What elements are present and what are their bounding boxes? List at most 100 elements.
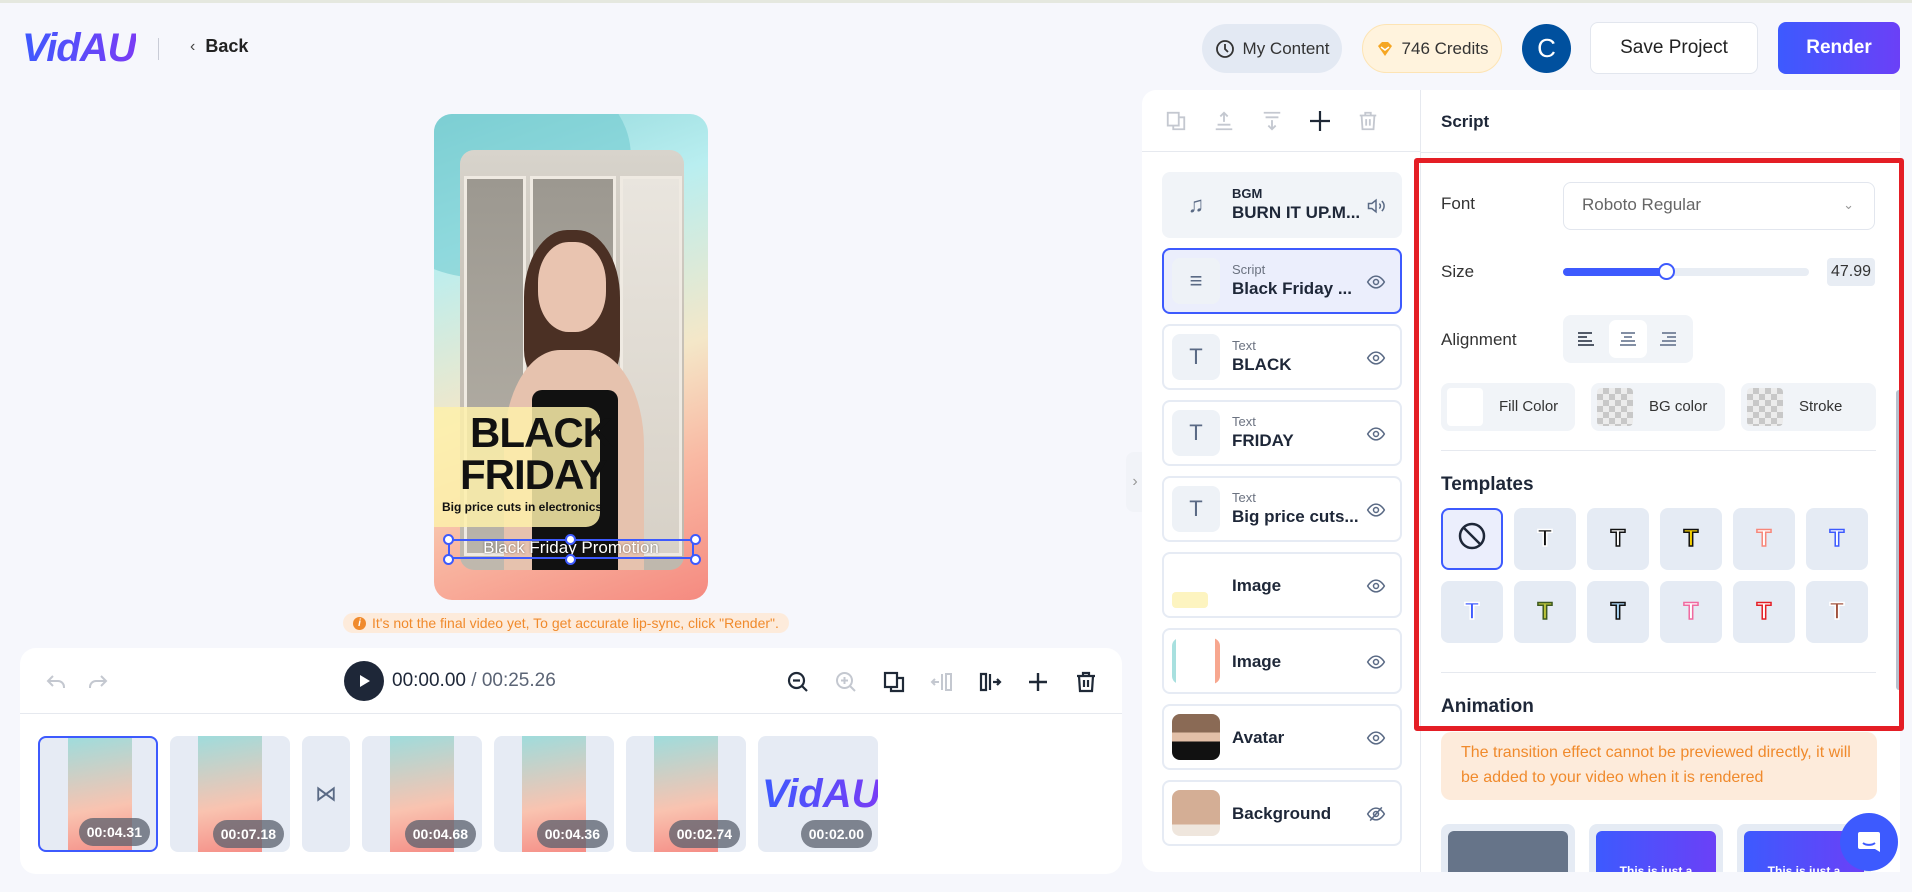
- layer-item-script[interactable]: ≡ Script Black Friday ...: [1162, 248, 1402, 314]
- template-option[interactable]: T: [1660, 508, 1722, 570]
- my-content-button[interactable]: My Content: [1202, 24, 1342, 73]
- text-friday[interactable]: FRIDAY: [460, 454, 607, 496]
- eye-icon[interactable]: [1366, 272, 1386, 292]
- zoom-out-button[interactable]: [786, 670, 810, 694]
- divider: [1421, 152, 1900, 153]
- align-right-button[interactable]: [1649, 320, 1687, 358]
- zoom-in-button[interactable]: [834, 670, 858, 694]
- undo-button[interactable]: [44, 670, 68, 694]
- timeline-clip[interactable]: 00:07.18: [170, 736, 290, 852]
- timeline-clip[interactable]: VidAU 00:02.00: [758, 736, 878, 852]
- eye-off-icon[interactable]: [1366, 804, 1386, 824]
- size-value[interactable]: 47.99: [1827, 258, 1875, 286]
- template-option[interactable]: T: [1806, 508, 1868, 570]
- layer-item-image[interactable]: Image: [1162, 628, 1402, 694]
- delete-clip-button[interactable]: [1074, 670, 1098, 694]
- text-subtitle[interactable]: Big price cuts in electronics: [442, 500, 602, 514]
- stroke-color-button[interactable]: Stroke: [1741, 383, 1876, 431]
- layer-type: Text: [1232, 414, 1256, 429]
- duplicate-button[interactable]: [882, 670, 906, 694]
- template-option[interactable]: T: [1660, 581, 1722, 643]
- animation-option[interactable]: This is just a: [1589, 824, 1723, 872]
- slider-handle[interactable]: [1658, 263, 1676, 280]
- timeline-clip[interactable]: 00:04.36: [494, 736, 614, 852]
- delete-layer-button[interactable]: [1356, 109, 1380, 133]
- credits-button[interactable]: 746 Credits: [1362, 24, 1502, 73]
- save-project-button[interactable]: Save Project: [1590, 22, 1758, 74]
- chat-icon: [1858, 832, 1880, 852]
- template-option[interactable]: T: [1733, 581, 1795, 643]
- move-layer-up-button[interactable]: [1212, 109, 1236, 133]
- layer-item-image[interactable]: Image: [1162, 552, 1402, 618]
- timeline-clip[interactable]: 00:04.31: [38, 736, 158, 852]
- clip-strip: 00:04.31 00:07.18 ⋈ 00:04.68 00:04.36 00…: [38, 736, 878, 852]
- layer-name: Image: [1232, 576, 1282, 595]
- play-button[interactable]: [344, 661, 384, 701]
- layer-item-text[interactable]: T Text FRIDAY: [1162, 400, 1402, 466]
- template-option[interactable]: T: [1441, 581, 1503, 643]
- video-preview-canvas[interactable]: BLACK FRIDAY Big price cuts in electroni…: [434, 114, 708, 600]
- eye-icon[interactable]: [1366, 728, 1386, 748]
- add-clip-button[interactable]: [1026, 670, 1050, 694]
- properties-scrollbar[interactable]: [1896, 390, 1902, 690]
- alignment-label: Alignment: [1441, 330, 1517, 349]
- size-slider[interactable]: [1563, 263, 1809, 280]
- redo-button[interactable]: [86, 670, 110, 694]
- resize-handle[interactable]: [690, 554, 701, 565]
- template-option[interactable]: T: [1733, 508, 1795, 570]
- copy-layer-button[interactable]: [1164, 109, 1188, 133]
- layer-down-icon: [1263, 111, 1281, 131]
- eye-icon[interactable]: [1366, 652, 1386, 672]
- move-layer-down-button[interactable]: [1260, 109, 1284, 133]
- resize-handle[interactable]: [443, 554, 454, 565]
- resize-handle[interactable]: [565, 554, 576, 565]
- eye-icon[interactable]: [1366, 576, 1386, 596]
- eye-icon[interactable]: [1366, 500, 1386, 520]
- layer-item-text[interactable]: T Text Big price cuts...: [1162, 476, 1402, 542]
- fill-color-button[interactable]: Fill Color: [1441, 383, 1575, 431]
- resize-handle[interactable]: [690, 534, 701, 545]
- template-option[interactable]: T: [1514, 508, 1576, 570]
- timeline-clip[interactable]: 00:02.74: [626, 736, 746, 852]
- animation-option[interactable]: [1441, 824, 1575, 872]
- text-style-icon: T: [1610, 597, 1626, 626]
- template-option[interactable]: T: [1587, 581, 1649, 643]
- layer-item-background[interactable]: Background: [1162, 780, 1402, 846]
- layer-item-avatar[interactable]: Avatar: [1162, 704, 1402, 770]
- clock-icon: [1215, 39, 1234, 58]
- template-option[interactable]: T: [1587, 508, 1649, 570]
- eye-icon[interactable]: [1366, 348, 1386, 368]
- align-center-button[interactable]: [1609, 320, 1647, 358]
- render-button[interactable]: Render: [1778, 22, 1900, 74]
- volume-icon[interactable]: [1366, 196, 1386, 216]
- properties-panel: Script Font Roboto Regular ⌄ Size 47.99 …: [1420, 90, 1900, 872]
- template-option[interactable]: T: [1806, 581, 1868, 643]
- template-none[interactable]: [1441, 508, 1503, 570]
- layer-item-text[interactable]: T Text BLACK: [1162, 324, 1402, 390]
- split-right-button[interactable]: [978, 670, 1002, 694]
- chevron-left-icon: ‹: [190, 37, 196, 55]
- text-style-icon: T: [1683, 597, 1699, 626]
- chat-support-button[interactable]: [1840, 813, 1898, 871]
- resize-handle[interactable]: [443, 534, 454, 545]
- vidau-logo[interactable]: VidAU: [22, 26, 137, 71]
- bg-color-button[interactable]: BG color: [1591, 383, 1725, 431]
- templates-heading: Templates: [1441, 474, 1534, 495]
- add-layer-button[interactable]: [1308, 109, 1332, 133]
- user-avatar[interactable]: C: [1522, 24, 1571, 73]
- split-left-button[interactable]: [930, 670, 954, 694]
- layer-name: BURN IT UP.M...: [1232, 203, 1361, 222]
- layer-item-bgm[interactable]: ♫ BGM BURN IT UP.M...: [1162, 172, 1402, 238]
- layer-type: BGM: [1232, 186, 1263, 201]
- font-value: Roboto Regular: [1582, 195, 1702, 214]
- font-select[interactable]: Roboto Regular ⌄: [1563, 182, 1875, 230]
- timeline-clip[interactable]: 00:04.68: [362, 736, 482, 852]
- template-option[interactable]: T: [1514, 581, 1576, 643]
- resize-handle[interactable]: [565, 534, 576, 545]
- back-button[interactable]: ‹ Back: [190, 36, 248, 57]
- align-left-button[interactable]: [1567, 320, 1605, 358]
- animation-preview-text: This is just a: [1619, 864, 1693, 872]
- transition-button[interactable]: ⋈: [302, 736, 350, 852]
- eye-icon[interactable]: [1366, 424, 1386, 444]
- text-black[interactable]: BLACK: [470, 412, 613, 454]
